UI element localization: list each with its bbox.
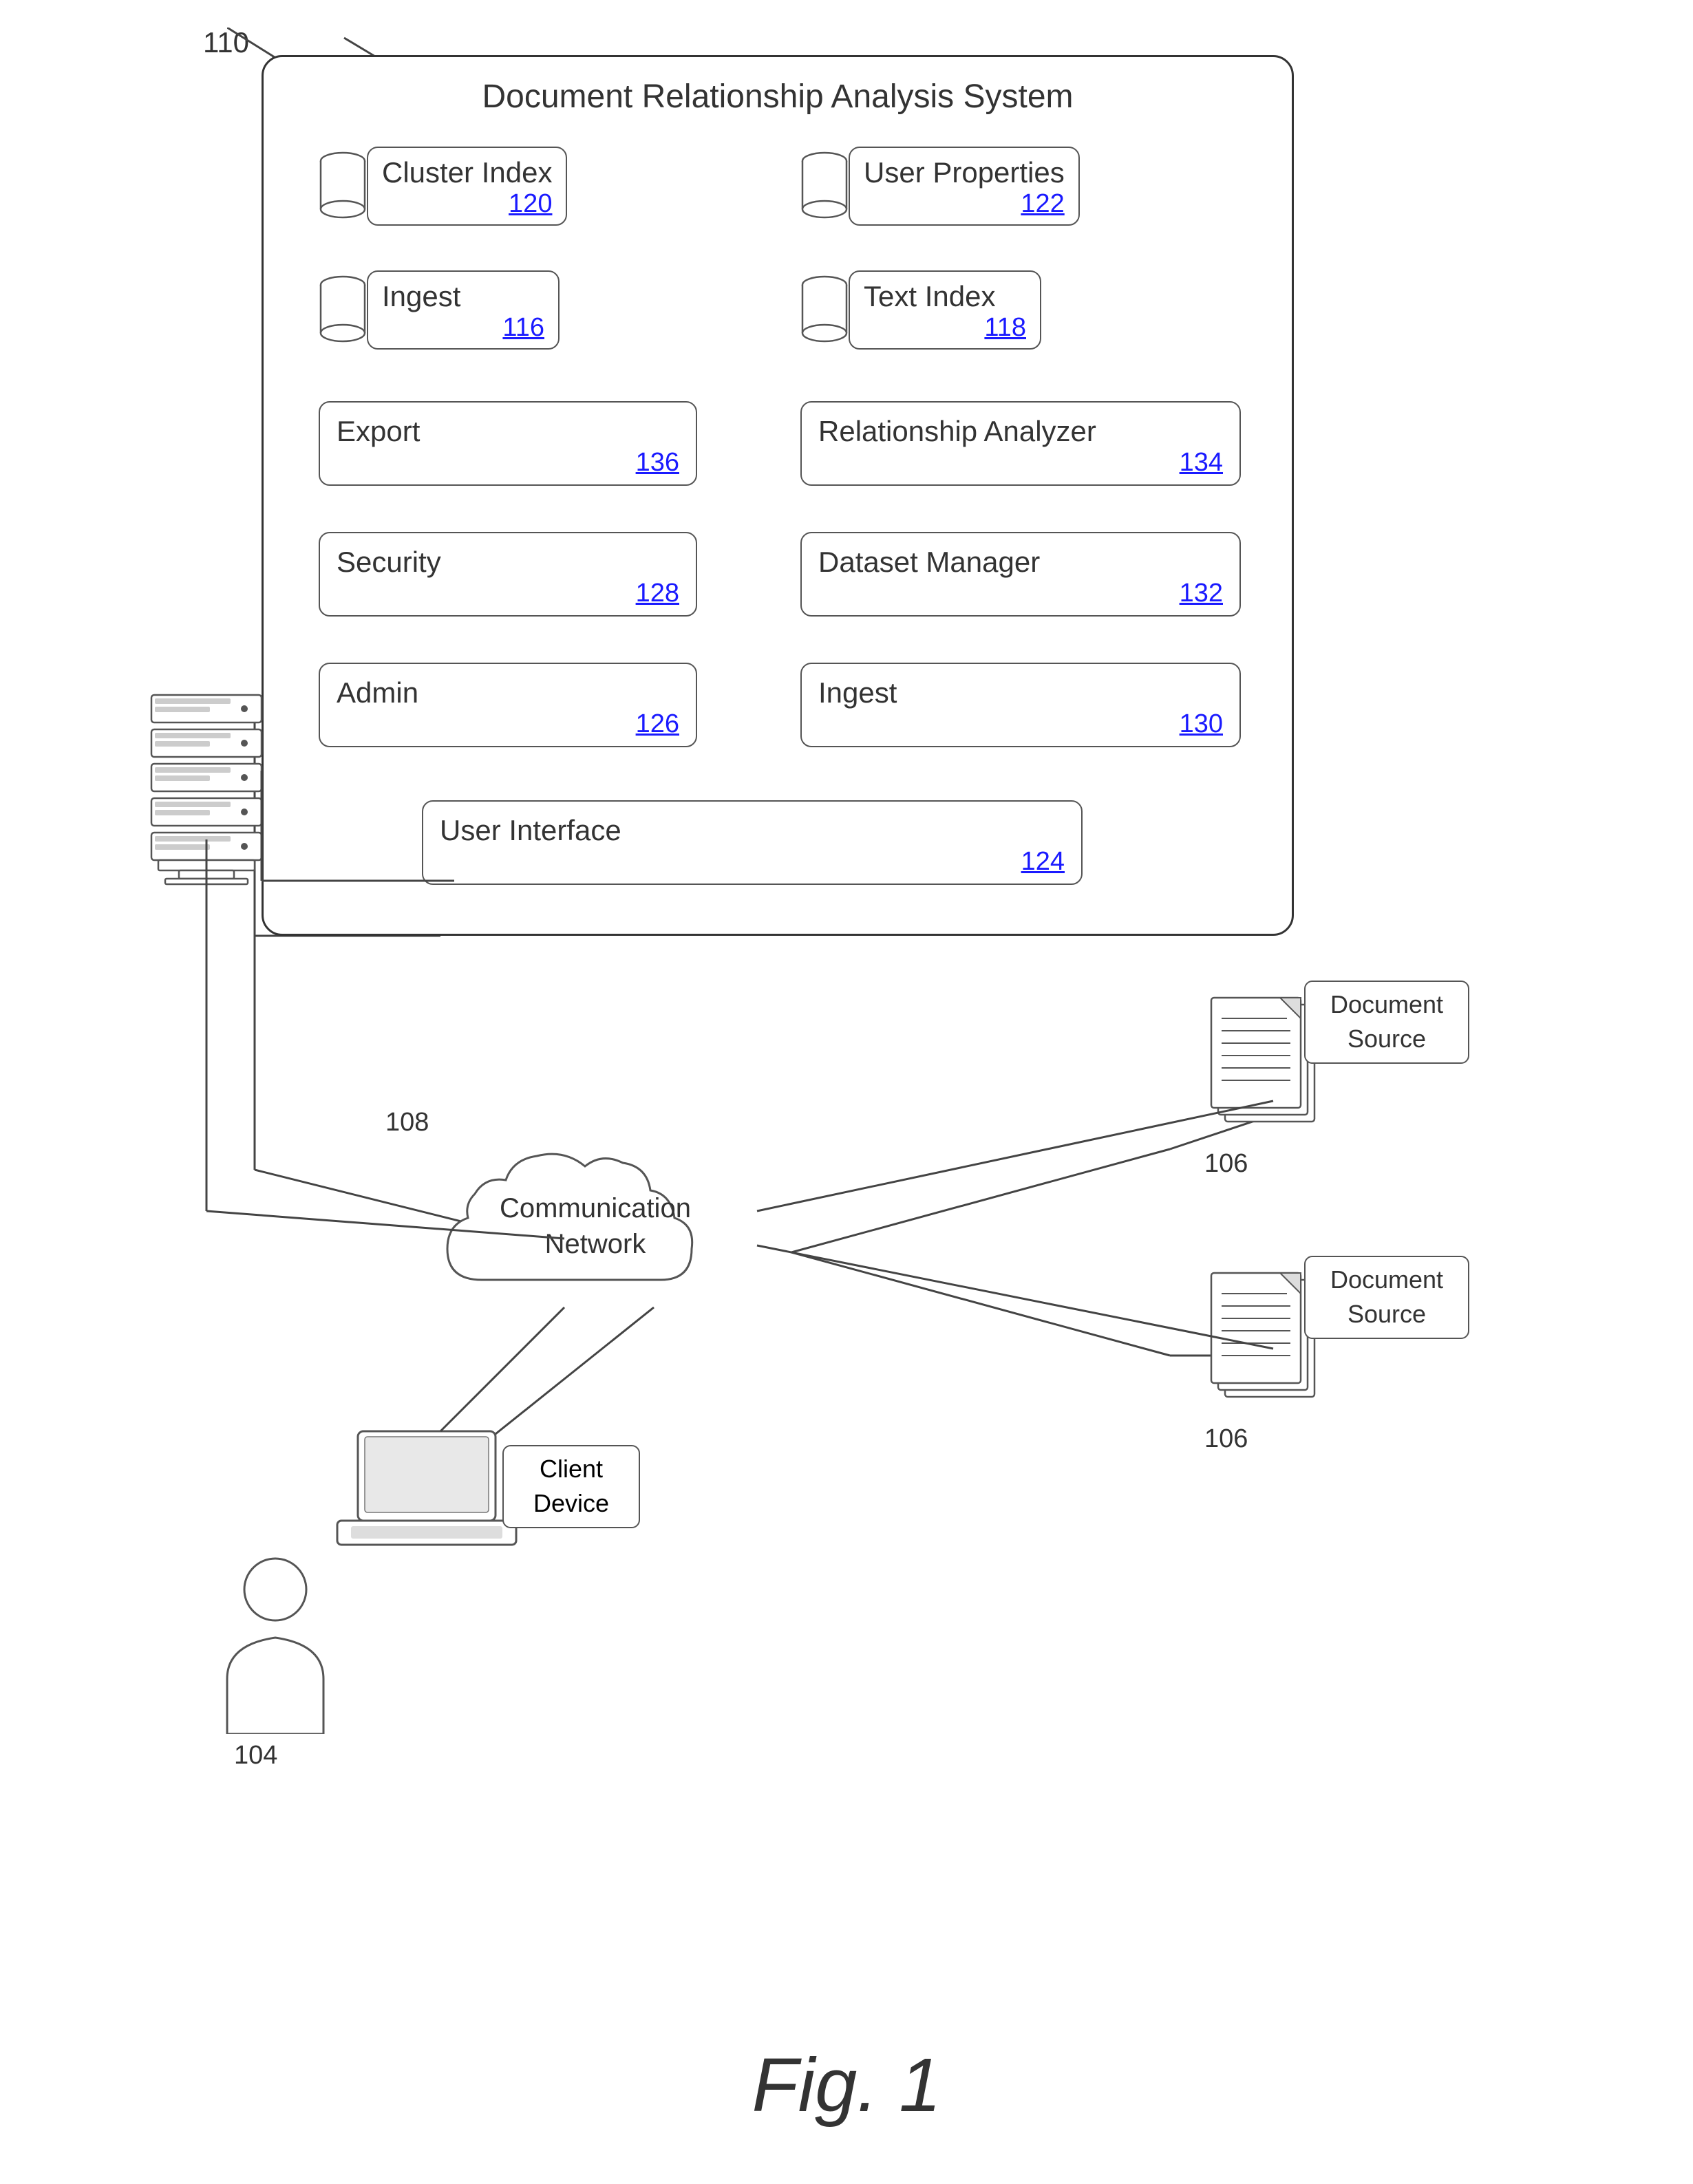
- user-interface-name: User Interface: [440, 814, 621, 847]
- user-properties-box: User Properties 122: [849, 147, 1080, 226]
- cluster-index-db-icon: [319, 149, 367, 224]
- server-stack-icon: [138, 688, 275, 908]
- dataset-manager-name: Dataset Manager: [818, 546, 1040, 579]
- network-label: Communication Network: [475, 1190, 716, 1262]
- ingest-116-number: 116: [502, 313, 544, 343]
- user-properties-db-icon: [800, 149, 849, 224]
- laptop-icon: [330, 1424, 523, 1562]
- export-number: 136: [636, 448, 679, 478]
- cluster-index-container: Cluster Index 120: [319, 147, 567, 226]
- dataset-manager-box: Dataset Manager 132: [800, 532, 1241, 617]
- user-properties-container: User Properties 122: [800, 147, 1080, 226]
- admin-number: 126: [636, 709, 679, 739]
- system-title: Document Relationship Analysis System: [264, 78, 1292, 116]
- client-device: Client Device: [330, 1424, 523, 1565]
- user-interface-number: 124: [1021, 847, 1065, 877]
- export-box: Export 136: [319, 401, 697, 486]
- user-person: 104: [206, 1555, 344, 1737]
- text-index-name: Text Index: [864, 280, 995, 313]
- document-source-2: Document Source 106: [1204, 1252, 1342, 1407]
- system-box: Document Relationship Analysis System Cl…: [262, 55, 1294, 936]
- user-interface-box: User Interface 124: [422, 800, 1083, 885]
- ingest-130-name: Ingest: [818, 676, 897, 709]
- text-index-box: Text Index 118: [849, 270, 1041, 350]
- cluster-index-box: Cluster Index 120: [367, 147, 567, 226]
- user-properties-name: User Properties: [864, 156, 1065, 189]
- cluster-index-name: Cluster Index: [382, 156, 552, 189]
- ingest-130-box: Ingest 130: [800, 663, 1241, 747]
- cluster-index-number: 120: [509, 189, 552, 219]
- security-name: Security: [337, 546, 441, 579]
- admin-box: Admin 126: [319, 663, 697, 747]
- relationship-analyzer-name: Relationship Analyzer: [818, 415, 1096, 448]
- document-source-1: Document Source 106: [1204, 977, 1342, 1132]
- diagram: 110 Document Relationship Analysis Syste…: [0, 0, 1693, 2184]
- ref-106-1: 106: [1204, 1149, 1248, 1179]
- relationship-analyzer-number: 134: [1180, 448, 1223, 478]
- admin-name: Admin: [337, 676, 418, 709]
- ref-108: 108: [385, 1108, 429, 1137]
- text-index-number: 118: [984, 313, 1026, 343]
- person-icon: [206, 1555, 344, 1734]
- relationship-analyzer-box: Relationship Analyzer 134: [800, 401, 1241, 486]
- export-name: Export: [337, 415, 420, 448]
- user-properties-number: 122: [1021, 189, 1064, 219]
- security-number: 128: [636, 579, 679, 608]
- server-stack: [138, 688, 275, 912]
- ingest-116-db-icon: [319, 272, 367, 348]
- ref-106-2: 106: [1204, 1424, 1248, 1454]
- dataset-manager-number: 132: [1180, 579, 1223, 608]
- ingest-130-number: 130: [1180, 709, 1223, 739]
- security-box: Security 128: [319, 532, 697, 617]
- text-index-db-icon: [800, 272, 849, 348]
- ingest-116-box: Ingest 116: [367, 270, 560, 350]
- document-source-2-label: Document Source: [1304, 1256, 1469, 1339]
- communication-network: Communication Network 108: [427, 1142, 716, 1338]
- document-source-1-label: Document Source: [1304, 981, 1469, 1064]
- text-index-container: Text Index 118: [800, 270, 1041, 350]
- ingest-116-container: Ingest 116: [319, 270, 560, 350]
- ref-104: 104: [234, 1741, 277, 1770]
- client-device-label: Client Device: [502, 1445, 640, 1528]
- ingest-116-name: Ingest: [382, 280, 460, 313]
- figure-label: Fig. 1: [0, 2042, 1693, 2129]
